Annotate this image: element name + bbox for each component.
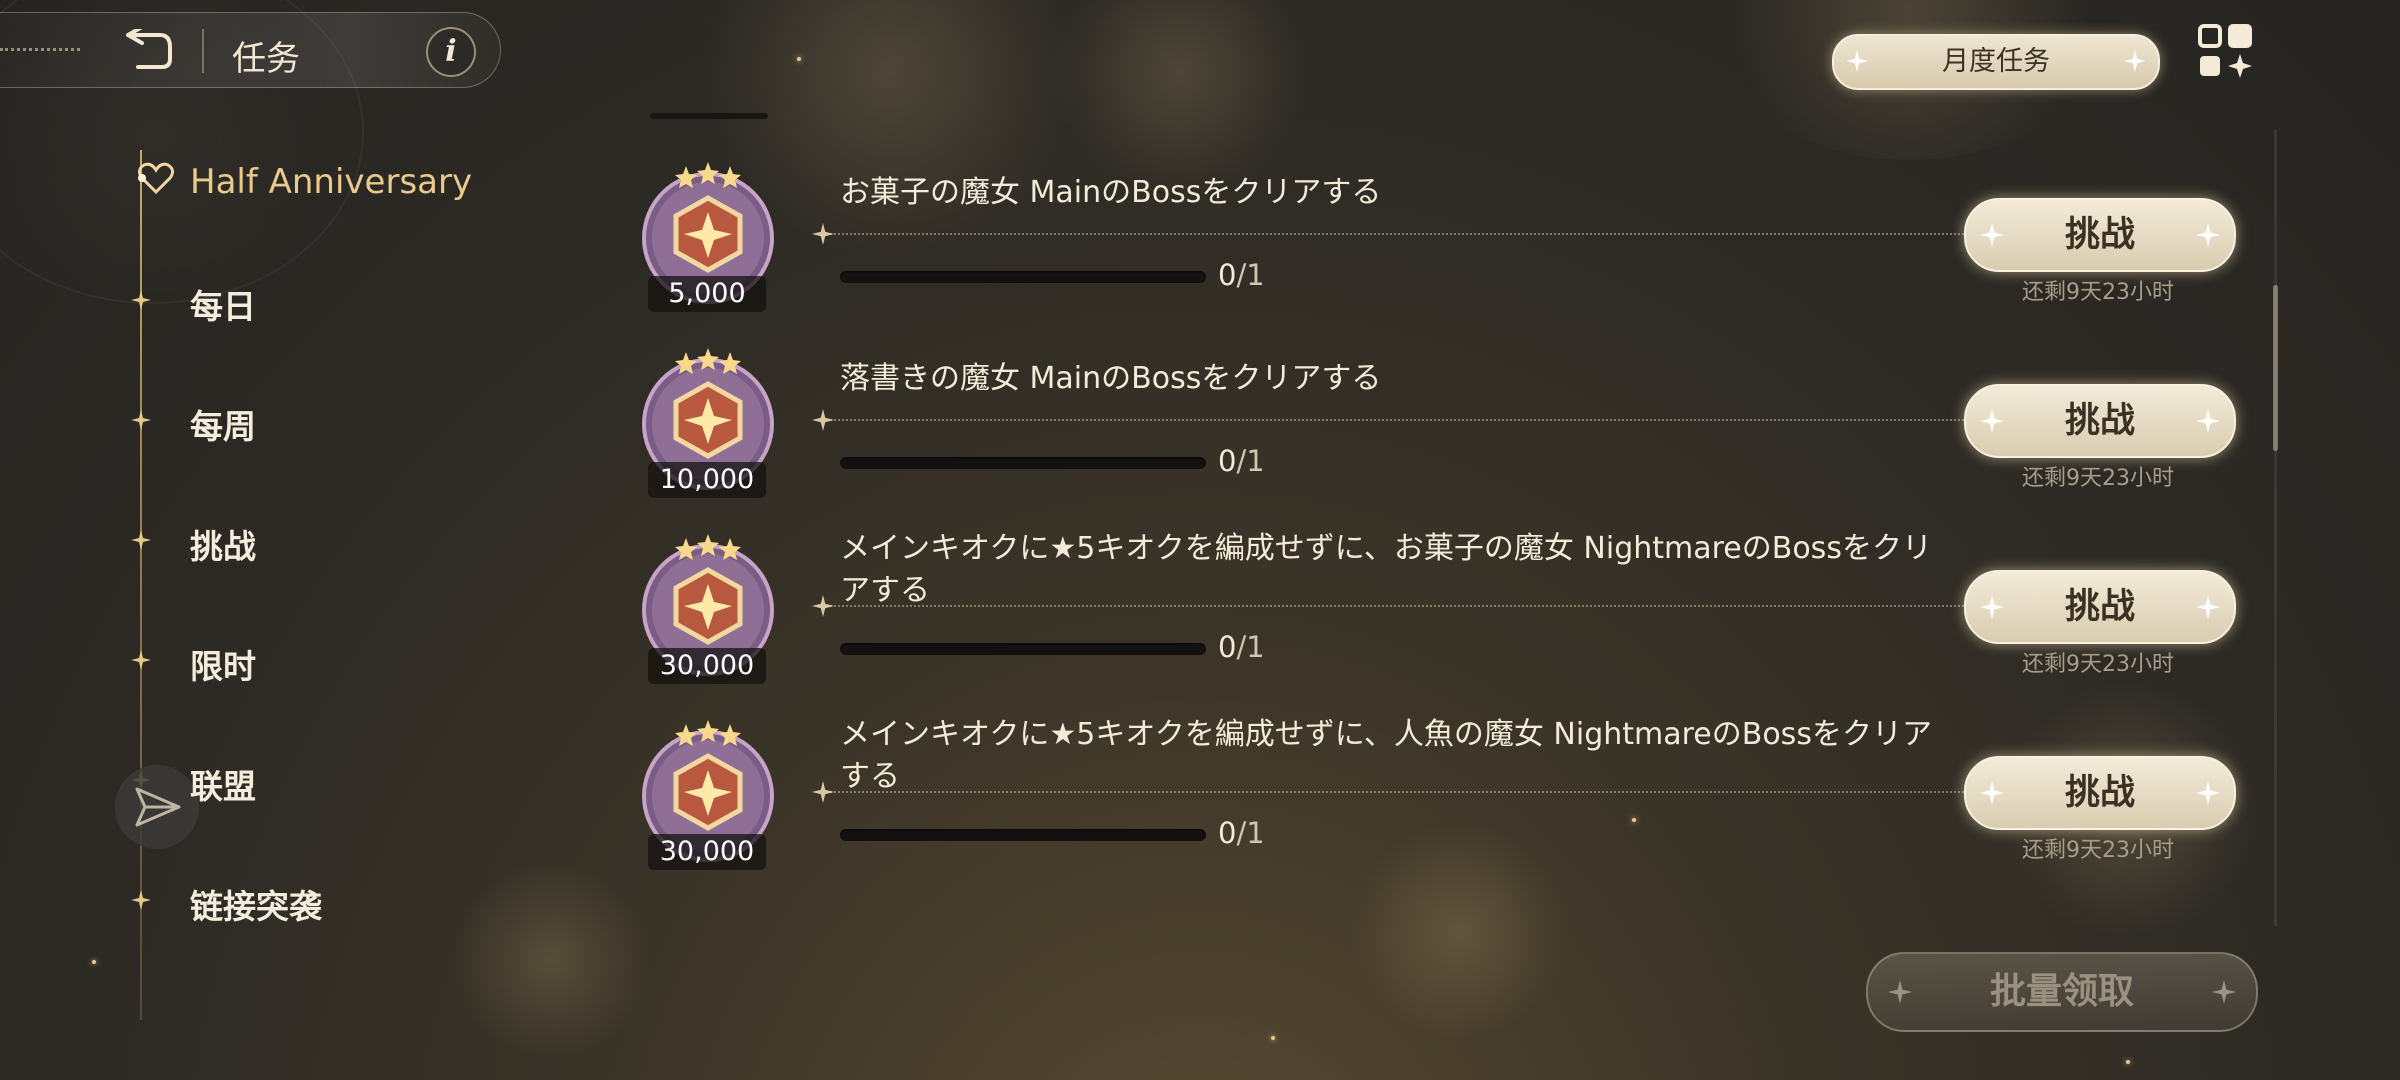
challenge-button-label: 挑战 bbox=[2064, 587, 2135, 627]
progress-count: 0/1 bbox=[1218, 630, 1265, 664]
sparkle-icon bbox=[1980, 223, 2004, 247]
top-header: 任务 i bbox=[0, 12, 501, 88]
challenge-button[interactable]: 挑战 bbox=[1964, 384, 2236, 458]
progress-count: 0/1 bbox=[1218, 816, 1265, 850]
progress-current: 0 bbox=[1218, 630, 1237, 664]
progress-count: 0/1 bbox=[1218, 258, 1265, 292]
progress-bar bbox=[840, 271, 1206, 283]
task-row: 10,000 落書きの魔女 MainのBossをクリアする 0/1 挑战 还剩9… bbox=[0, 348, 2300, 534]
sparkle-icon bbox=[2124, 50, 2146, 72]
apps-grid-icon[interactable] bbox=[2198, 24, 2254, 80]
time-remaining: 还剩9天23小时 bbox=[2022, 466, 2174, 491]
progress-bar bbox=[840, 829, 1206, 841]
task-row: 30,000 メインキオクに★5キオクを編成せずに、お菓子の魔女 Nightma… bbox=[0, 531, 2300, 720]
progress-bar bbox=[840, 643, 1206, 655]
progress-count: 0/1 bbox=[1218, 444, 1265, 478]
task-row: 5,000 お菓子の魔女 MainのBossをクリアする 0/1 挑战 还剩9天… bbox=[0, 162, 2300, 348]
sparkle-icon bbox=[2212, 980, 2236, 1004]
progress-total: /1 bbox=[1236, 630, 1265, 664]
progress-current: 0 bbox=[1218, 258, 1237, 292]
sparkle-icon bbox=[2196, 595, 2220, 619]
dotted-divider bbox=[830, 605, 1980, 607]
challenge-button-label: 挑战 bbox=[2064, 773, 2135, 813]
time-remaining: 还剩9天23小时 bbox=[2022, 652, 2174, 677]
monthly-tasks-label: 月度任务 bbox=[1942, 46, 2050, 77]
task-title: お菓子の魔女 MainのBossをクリアする bbox=[840, 175, 1382, 210]
previous-task-remnant bbox=[650, 113, 768, 119]
challenge-button[interactable]: 挑战 bbox=[1964, 198, 2236, 272]
task-title: 落書きの魔女 MainのBossをクリアする bbox=[840, 361, 1382, 396]
dotted-divider bbox=[830, 791, 1980, 793]
sparkle-icon bbox=[1980, 409, 2004, 433]
progress-current: 0 bbox=[1218, 816, 1237, 850]
info-icon[interactable]: i bbox=[426, 27, 476, 77]
reward-amount: 10,000 bbox=[648, 462, 766, 498]
batch-claim-label: 批量领取 bbox=[1989, 971, 2134, 1012]
dotted-divider bbox=[830, 419, 1980, 421]
challenge-button[interactable]: 挑战 bbox=[1964, 570, 2236, 644]
sparkle-icon bbox=[1846, 50, 1868, 72]
sparkle-icon bbox=[1980, 781, 2004, 805]
progress-total: /1 bbox=[1236, 258, 1265, 292]
back-arrow-icon[interactable] bbox=[124, 29, 174, 71]
progress-current: 0 bbox=[1218, 444, 1237, 478]
task-title: メインキオクに★5キオクを編成せずに、人魚の魔女 NightmareのBossを… bbox=[840, 717, 1932, 794]
reward-amount: 30,000 bbox=[648, 834, 766, 870]
time-remaining: 还剩9天23小时 bbox=[2022, 280, 2174, 305]
header-dotted-line bbox=[0, 48, 80, 51]
time-remaining: 还剩9天23小时 bbox=[2022, 838, 2174, 863]
progress-total: /1 bbox=[1236, 816, 1265, 850]
task-title: メインキオクに★5キオクを編成せずに、お菓子の魔女 NightmareのBoss… bbox=[840, 531, 1932, 608]
task-row: 30,000 メインキオクに★5キオクを編成せずに、人魚の魔女 Nightmar… bbox=[0, 717, 2300, 906]
reward-amount: 5,000 bbox=[648, 276, 766, 312]
challenge-button[interactable]: 挑战 bbox=[1964, 756, 2236, 830]
sparkle-icon bbox=[1980, 595, 2004, 619]
header-separator bbox=[202, 29, 204, 73]
page-title: 任务 bbox=[232, 39, 300, 79]
monthly-tasks-tab[interactable]: 月度任务 bbox=[1832, 34, 2160, 90]
reward-amount: 30,000 bbox=[648, 648, 766, 684]
sparkle-icon bbox=[1888, 980, 1912, 1004]
sparkle-icon bbox=[2196, 781, 2220, 805]
sparkle-icon bbox=[2196, 223, 2220, 247]
challenge-button-label: 挑战 bbox=[2064, 401, 2135, 441]
sparkle-icon bbox=[2196, 409, 2220, 433]
progress-total: /1 bbox=[1236, 444, 1265, 478]
dotted-divider bbox=[830, 233, 1980, 235]
progress-bar bbox=[840, 457, 1206, 469]
batch-claim-button[interactable]: 批量领取 bbox=[1866, 952, 2258, 1032]
challenge-button-label: 挑战 bbox=[2064, 215, 2135, 255]
